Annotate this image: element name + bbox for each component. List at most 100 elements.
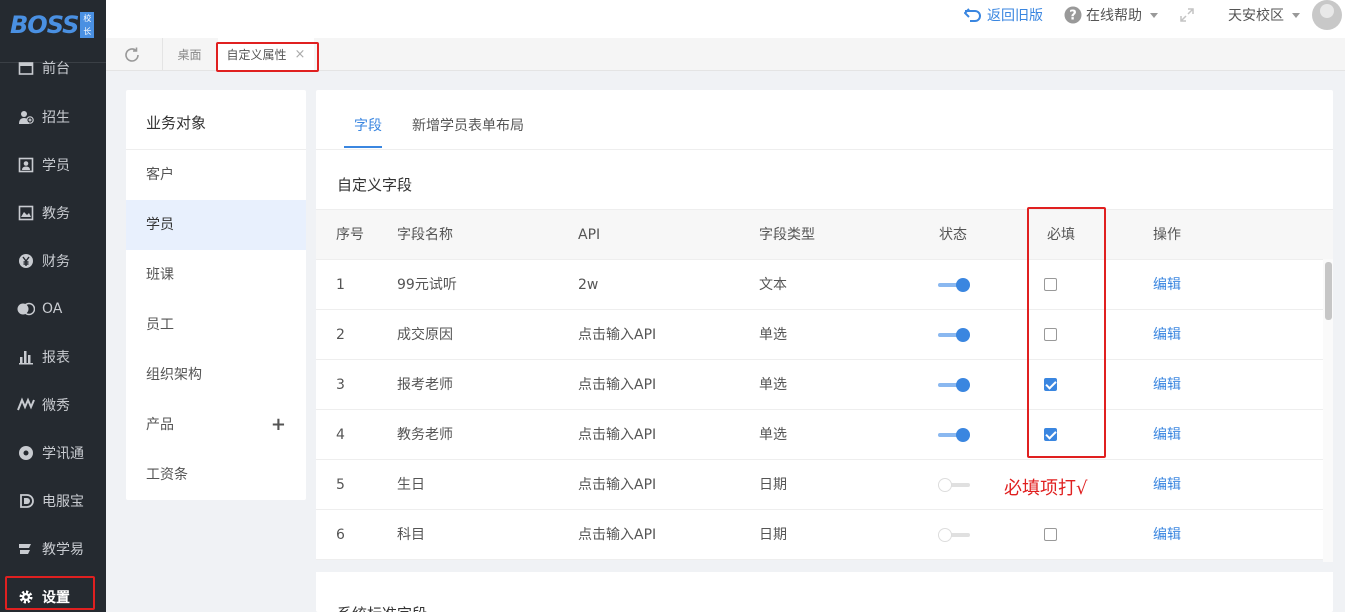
required-checkbox[interactable] bbox=[1044, 528, 1057, 541]
campus-label: 天安校区 bbox=[1228, 8, 1284, 24]
field-type: 单选 bbox=[759, 377, 787, 393]
table-row: 5 生日 点击输入API 日期 编辑 bbox=[316, 460, 1333, 510]
sidebar-item-enroll[interactable]: 招生 bbox=[0, 93, 106, 141]
online-help-dropdown[interactable]: ? 在线帮助 bbox=[1064, 0, 1158, 30]
field-name: 报考老师 bbox=[397, 377, 453, 393]
teach-icon bbox=[17, 540, 35, 558]
sidebar-item-weixiu[interactable]: 微秀 bbox=[0, 381, 106, 429]
edit-link[interactable]: 编辑 bbox=[1153, 410, 1181, 460]
highlight-box bbox=[216, 42, 319, 72]
sub-tabs: 字段 新增学员表单布局 bbox=[316, 90, 1333, 150]
active-tab-underline bbox=[344, 146, 382, 148]
plus-icon[interactable]: + bbox=[271, 400, 286, 450]
calendar-icon bbox=[17, 59, 35, 77]
panel-title: 业务对象 bbox=[126, 90, 306, 150]
sidebar-item-label: OA bbox=[42, 301, 63, 317]
status-toggle[interactable] bbox=[938, 428, 970, 442]
sidebar-item-label: 教学易 bbox=[42, 542, 84, 558]
tab-fields[interactable]: 字段 bbox=[354, 90, 382, 150]
sidebar-item-xuexuntong[interactable]: 学讯通 bbox=[0, 429, 106, 477]
column-header: 序号 bbox=[336, 227, 364, 243]
refresh-icon[interactable] bbox=[122, 45, 142, 65]
logo-seal: 校长 bbox=[80, 12, 95, 38]
highlight-box bbox=[1027, 207, 1106, 458]
field-type: 文本 bbox=[759, 277, 787, 293]
sidebar-item-jiaoxueyi[interactable]: 教学易 bbox=[0, 525, 106, 573]
status-toggle[interactable] bbox=[938, 278, 970, 292]
field-api[interactable]: 点击输入API bbox=[578, 460, 656, 510]
sidebar-item-label: 前台 bbox=[42, 61, 70, 77]
sidebar-item-label: 学讯通 bbox=[42, 446, 84, 462]
back-old-version-button[interactable]: 返回旧版 bbox=[964, 0, 1043, 30]
edit-link[interactable]: 编辑 bbox=[1153, 510, 1181, 560]
phone-service-icon bbox=[17, 492, 35, 510]
field-api[interactable]: 点击输入API bbox=[578, 360, 656, 410]
edit-link[interactable]: 编辑 bbox=[1153, 460, 1181, 510]
logo[interactable]: BOSS 校长 bbox=[10, 10, 95, 40]
status-toggle[interactable] bbox=[938, 328, 970, 342]
object-item-payslip[interactable]: 工资条 bbox=[126, 450, 306, 500]
campus-selector[interactable]: 天安校区 bbox=[1228, 0, 1300, 30]
chevron-down-icon bbox=[1150, 12, 1158, 18]
oa-icon bbox=[17, 300, 35, 318]
object-item-staff[interactable]: 员工 bbox=[126, 300, 306, 350]
field-api[interactable]: 点击输入API bbox=[578, 410, 656, 460]
sidebar-item-frontdesk[interactable]: 前台 bbox=[0, 44, 106, 92]
section-title: 系统标准字段 bbox=[337, 603, 427, 612]
help-label: 在线帮助 bbox=[1086, 8, 1142, 24]
field-type: 日期 bbox=[759, 477, 787, 493]
back-label: 返回旧版 bbox=[987, 8, 1043, 24]
row-index: 1 bbox=[336, 277, 345, 293]
bar-chart-icon bbox=[17, 348, 35, 366]
table-row: 2 成交原因 点击输入API 单选 编辑 bbox=[316, 310, 1333, 360]
yen-icon bbox=[17, 252, 35, 270]
tab-new-student-form-layout[interactable]: 新增学员表单布局 bbox=[412, 90, 524, 150]
status-toggle[interactable] bbox=[938, 478, 970, 492]
business-object-panel: 业务对象 客户 学员 班课 员工 组织架构 产品 + 工资条 bbox=[126, 90, 306, 500]
status-toggle[interactable] bbox=[938, 528, 970, 542]
logo-text: BOSS bbox=[10, 11, 79, 39]
avatar[interactable] bbox=[1312, 0, 1342, 30]
field-api[interactable]: 点击输入API bbox=[578, 510, 656, 560]
highlight-box bbox=[5, 576, 95, 610]
row-index: 6 bbox=[336, 527, 345, 543]
sidebar-item-dianfubao[interactable]: 电服宝 bbox=[0, 477, 106, 525]
column-header: 状态 bbox=[939, 227, 967, 243]
tab-desktop[interactable]: 桌面 bbox=[162, 38, 216, 71]
field-name: 生日 bbox=[397, 477, 425, 493]
edit-link[interactable]: 编辑 bbox=[1153, 360, 1181, 410]
sidebar-item-finance[interactable]: 财务 bbox=[0, 237, 106, 285]
sidebar-item-label: 财务 bbox=[42, 254, 70, 270]
object-item-class[interactable]: 班课 bbox=[126, 250, 306, 300]
help-icon: ? bbox=[1064, 6, 1082, 24]
column-header: 操作 bbox=[1153, 227, 1181, 243]
row-index: 5 bbox=[336, 477, 345, 493]
section-title: 自定义字段 bbox=[337, 176, 413, 194]
object-item-product[interactable]: 产品 + bbox=[126, 400, 306, 450]
sidebar-item-reports[interactable]: 报表 bbox=[0, 333, 106, 381]
object-item-org[interactable]: 组织架构 bbox=[126, 350, 306, 400]
field-api[interactable]: 点击输入API bbox=[578, 310, 656, 360]
id-card-icon bbox=[17, 156, 35, 174]
table-header: 序号 字段名称 API 字段类型 状态 必填 操作 bbox=[316, 209, 1333, 260]
object-item-student[interactable]: 学员 bbox=[126, 200, 306, 250]
status-toggle[interactable] bbox=[938, 378, 970, 392]
edit-link[interactable]: 编辑 bbox=[1153, 310, 1181, 360]
scrollbar-thumb[interactable] bbox=[1325, 262, 1332, 320]
sidebar-item-students[interactable]: 学员 bbox=[0, 141, 106, 189]
field-name: 教务老师 bbox=[397, 427, 453, 443]
svg-text:?: ? bbox=[1069, 9, 1077, 24]
main-panel: 字段 新增学员表单布局 自定义字段 序号 字段名称 API 字段类型 状态 必填… bbox=[316, 90, 1333, 612]
table-row: 3 报考老师 点击输入API 单选 编辑 bbox=[316, 360, 1333, 410]
edit-link[interactable]: 编辑 bbox=[1153, 260, 1181, 310]
field-name: 成交原因 bbox=[397, 327, 453, 343]
column-header: 字段名称 bbox=[397, 227, 453, 243]
location-icon bbox=[17, 444, 35, 462]
table-row: 1 99元试听 2w 文本 编辑 bbox=[316, 260, 1333, 310]
object-item-customer[interactable]: 客户 bbox=[126, 150, 306, 200]
sidebar-item-oa[interactable]: OA bbox=[0, 285, 106, 333]
sidebar-item-academic[interactable]: 教务 bbox=[0, 189, 106, 237]
field-type: 单选 bbox=[759, 327, 787, 343]
fullscreen-button[interactable] bbox=[1179, 0, 1195, 30]
field-api[interactable]: 2w bbox=[578, 260, 598, 310]
